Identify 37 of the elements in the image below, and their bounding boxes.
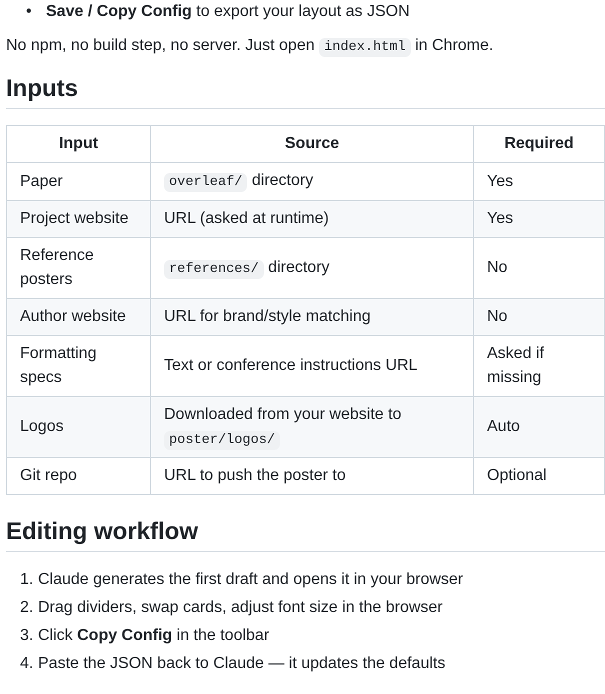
table-cell: Formatting specs [6, 335, 150, 396]
step-number: 4. [20, 654, 34, 674]
step-number: 2. [20, 598, 34, 618]
workflow-step: Drag dividers, swap cards, adjust font size in the browser [38, 596, 443, 620]
table-cell: Author website [6, 298, 150, 336]
table-cell: Paper [6, 162, 150, 200]
intro-paragraph: No npm, no build step, no server. Just open index.html in Chrome. [6, 36, 494, 58]
workflow-step: Click Copy Config in the toolbar [38, 624, 270, 648]
table-cell: No [474, 298, 604, 336]
workflow-step: Paste the JSON back to Claude — it updates the defaults [38, 652, 446, 676]
table-cell: Logos [6, 396, 150, 458]
table-cell: Project website [6, 200, 150, 238]
table-cell: Yes [474, 200, 604, 238]
section-heading: Inputs [6, 74, 605, 110]
table-cell: Auto [474, 396, 604, 458]
table-cell: URL (asked at runtime) [150, 200, 474, 238]
table-cell: Yes [474, 162, 604, 200]
step-number: 1. [20, 570, 34, 590]
table-cell: references/ directory [150, 237, 474, 298]
section-heading: Editing workflow [6, 517, 605, 552]
table-cell: Asked if missing [474, 335, 604, 396]
table-cell: Reference posters [6, 237, 150, 298]
table-cell: URL to push the poster to [150, 458, 474, 495]
table-cell: URL for brand/style matching [150, 298, 474, 336]
table-cell: Optional [474, 458, 604, 495]
table-cell: overleaf/ directory [150, 162, 474, 200]
table-cell: Downloaded from your website to poster/logos/ [150, 396, 474, 458]
column-header: Input [6, 126, 150, 163]
table-cell: Git repo [6, 458, 150, 495]
workflow-step: Claude generates the first draft and opens it in your browser [38, 568, 464, 592]
bullet-item: Save / Copy Config to export your layout as JSON [46, 2, 410, 22]
column-header: Required [474, 126, 604, 163]
step-number: 3. [20, 626, 34, 646]
bullet-marker: • [25, 2, 33, 22]
column-header: Source [150, 126, 474, 163]
table-cell: No [474, 237, 604, 298]
table-cell: Text or conference instructions URL [150, 335, 474, 396]
